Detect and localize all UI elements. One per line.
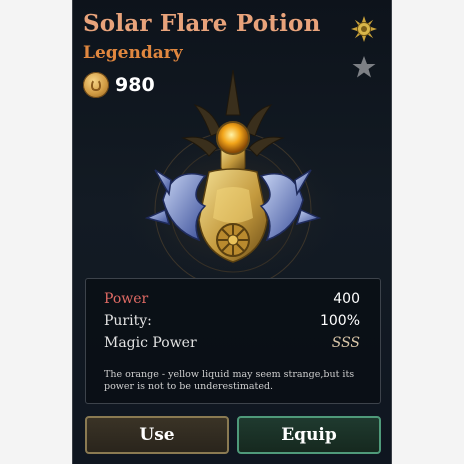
item-description: The orange - yellow liquid may seem stra… [104,369,355,392]
item-detail-card: Solar Flare Potion Legendary 980 Power 4… [72,0,392,464]
use-button[interactable]: Use [85,416,229,454]
sun-emblem-icon[interactable] [351,16,377,42]
stats-panel: Power 400 Purity: 100% Magic Power SSS T… [85,278,381,404]
stat-row-power: Power 400 [104,291,360,311]
gold-coin-icon [83,72,109,98]
stat-value: 400 [333,291,360,307]
stat-row-magic-power: Magic Power SSS [104,335,360,355]
item-name: Solar Flare Potion [83,10,321,37]
stat-label: Power [104,291,149,307]
stat-value: 100% [319,313,360,329]
equip-button[interactable]: Equip [237,416,381,454]
stat-value: SSS [331,335,360,351]
star-icon[interactable] [351,54,377,80]
item-rarity: Legendary [83,43,183,63]
stat-row-purity: Purity: 100% [104,313,360,333]
potion-illustration [118,70,348,280]
stat-label: Purity: [104,313,152,329]
stat-label: Magic Power [104,335,197,351]
